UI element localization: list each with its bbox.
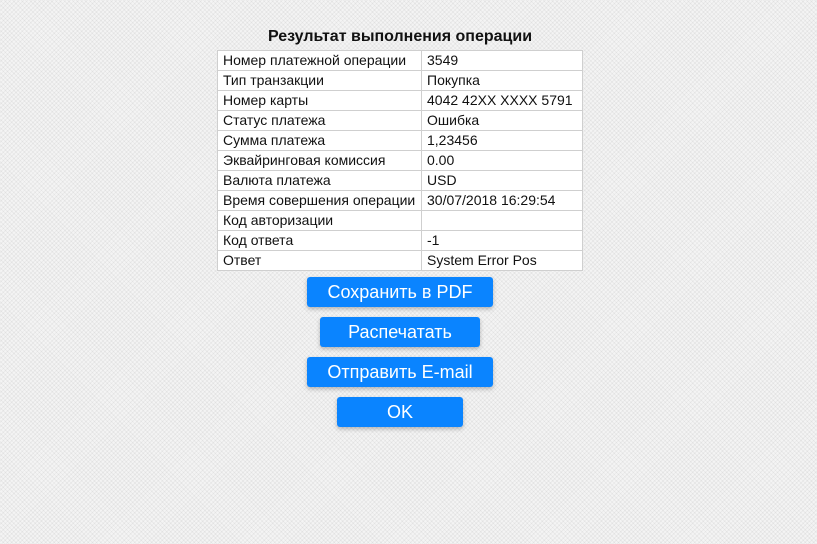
table-row: Сумма платежа 1,23456 <box>217 130 583 151</box>
row-label: Код ответа <box>217 230 422 251</box>
row-value: System Error Pos <box>421 250 583 271</box>
row-label: Тип транзакции <box>217 70 422 91</box>
row-value: 0.00 <box>421 150 583 171</box>
row-label: Время совершения операции <box>217 190 422 211</box>
row-value: 4042 42XX XXXX 5791 <box>421 90 583 111</box>
row-label: Код авторизации <box>217 210 422 231</box>
row-label: Валюта платежа <box>217 170 422 191</box>
table-row: Код ответа -1 <box>217 230 583 251</box>
operation-result-page: Результат выполнения операции Номер плат… <box>0 0 817 544</box>
row-label: Ответ <box>217 250 422 271</box>
table-row: Номер карты 4042 42XX XXXX 5791 <box>217 90 583 111</box>
table-row: Номер платежной операции 3549 <box>217 50 583 71</box>
table-row: Эквайринговая комиссия 0.00 <box>217 150 583 171</box>
table-row: Тип транзакции Покупка <box>217 70 583 91</box>
row-label: Эквайринговая комиссия <box>217 150 422 171</box>
table-row: Ответ System Error Pos <box>217 250 583 271</box>
save-pdf-button[interactable]: Сохранить в PDF <box>307 277 493 307</box>
row-value: 1,23456 <box>421 130 583 151</box>
row-value: 30/07/2018 16:29:54 <box>421 190 583 211</box>
row-label: Статус платежа <box>217 110 422 131</box>
table-row: Время совершения операции 30/07/2018 16:… <box>217 190 583 211</box>
table-row: Валюта платежа USD <box>217 170 583 191</box>
row-value <box>421 210 583 231</box>
row-value: Ошибка <box>421 110 583 131</box>
row-label: Номер карты <box>217 90 422 111</box>
operation-details-table: Номер платежной операции 3549 Тип транза… <box>217 50 583 271</box>
send-email-button[interactable]: Отправить E-mail <box>307 357 493 387</box>
ok-button[interactable]: OK <box>337 397 463 427</box>
row-value: -1 <box>421 230 583 251</box>
table-row: Статус платежа Ошибка <box>217 110 583 131</box>
print-button[interactable]: Распечатать <box>320 317 480 347</box>
row-label: Номер платежной операции <box>217 50 422 71</box>
row-value: Покупка <box>421 70 583 91</box>
row-value: 3549 <box>421 50 583 71</box>
page-title: Результат выполнения операции <box>267 28 533 45</box>
row-label: Сумма платежа <box>217 130 422 151</box>
table-row: Код авторизации <box>217 210 583 231</box>
row-value: USD <box>421 170 583 191</box>
